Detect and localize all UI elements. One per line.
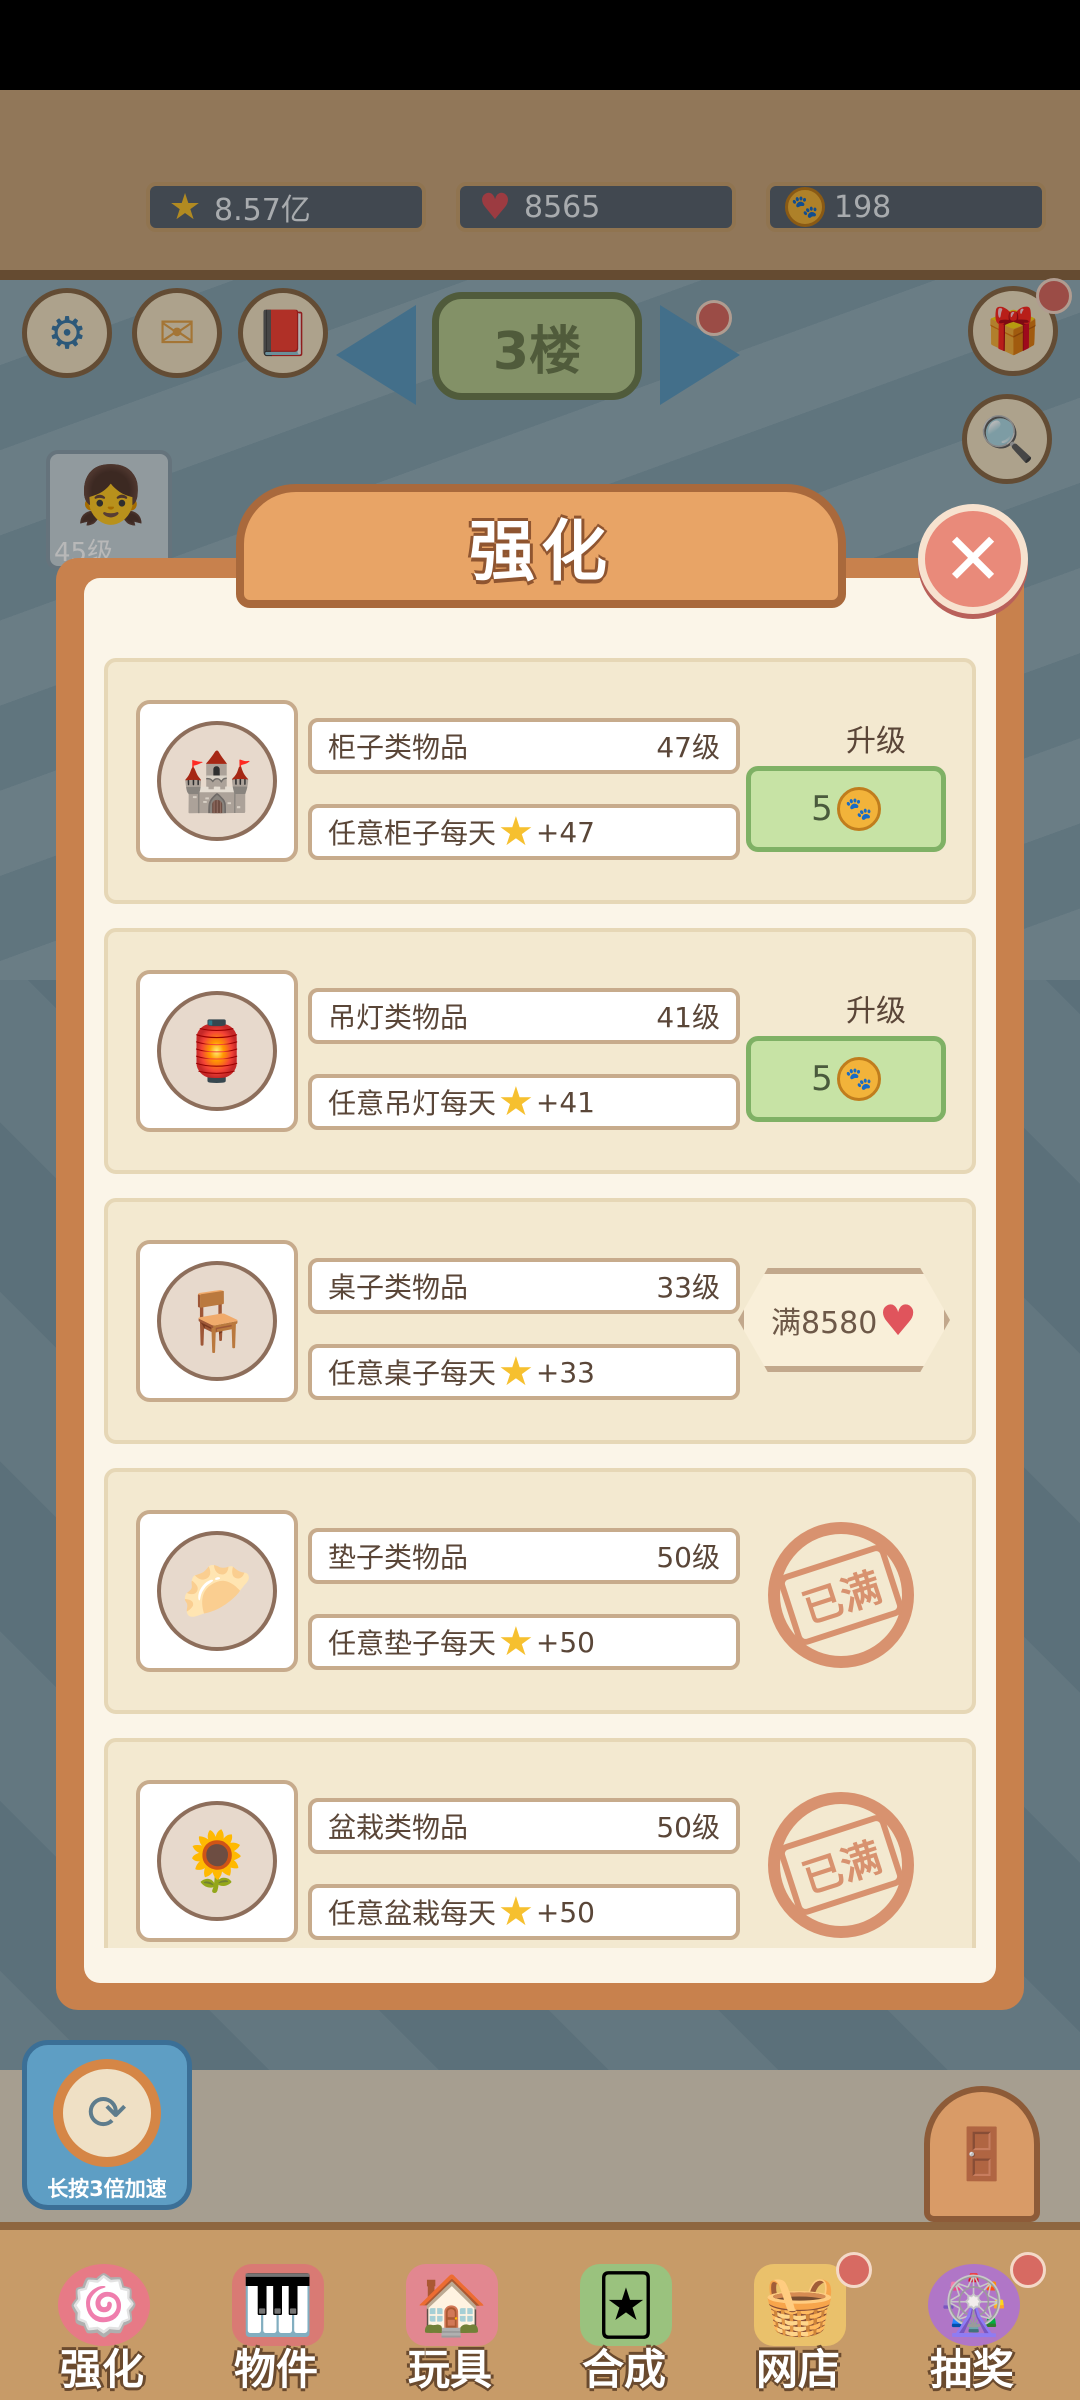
item-thumbnail: 🪑: [136, 1240, 298, 1402]
star-icon: ★: [498, 1619, 534, 1665]
upgrade-label: 升级: [846, 724, 906, 759]
heart-icon: ♥: [879, 1295, 917, 1345]
max-upgrade-button[interactable]: 满8580 ♥: [738, 1268, 950, 1372]
list-item: 🪑 桌子类物品 33级 任意桌子每天 ★ +33 满8580 ♥: [104, 1198, 976, 1444]
door-icon: 🚪: [950, 2124, 1014, 2183]
item-bonus: +33: [535, 1355, 595, 1389]
tab-lottery[interactable]: 🎡 抽奖: [892, 2252, 1052, 2400]
speed-up-label: 长按3倍加速: [47, 2177, 167, 2201]
star-icon: ★: [498, 1079, 534, 1125]
item-thumbnail: 🥟: [136, 1510, 298, 1672]
tab-label: 物件: [233, 2345, 318, 2394]
basket-icon: 🧺: [754, 2264, 846, 2346]
maxed-label: 已满: [776, 1812, 906, 1918]
panel-title-banner: 强化: [236, 484, 846, 608]
item-name: 垫子类物品: [328, 1541, 469, 1574]
list-item: 🏮 吊灯类物品 41级 任意吊灯每天 ★ +41 升级 5 🐾: [104, 928, 976, 1174]
upgrade-cost: 5: [811, 1059, 833, 1099]
item-bonus-field: 任意垫子每天 ★ +50: [308, 1614, 740, 1670]
close-button[interactable]: ✕: [918, 504, 1028, 614]
tab-enhance[interactable]: 🍥 强化: [22, 2260, 182, 2400]
item-name: 桌子类物品: [328, 1271, 469, 1304]
cabinet-icon: 🏰: [157, 721, 277, 841]
tab-objects[interactable]: 🎹 物件: [196, 2260, 356, 2400]
item-bonus: +50: [535, 1625, 595, 1659]
item-level: 50级: [656, 1811, 720, 1844]
item-level: 47级: [656, 731, 720, 764]
item-name: 柜子类物品: [328, 731, 469, 764]
wheel-icon: 🎡: [928, 2264, 1020, 2346]
enhance-list[interactable]: 🏰 柜子类物品 47级 任意柜子每天 ★ +47 升级 5 🐾 🏮 吊灯类物品 …: [104, 658, 976, 1948]
tab-label: 合成: [581, 2345, 666, 2394]
coin-icon: 🐾: [836, 1057, 881, 1101]
item-name-field: 垫子类物品 50级: [308, 1528, 740, 1584]
item-name: 盆栽类物品: [328, 1811, 469, 1844]
table-icon: 🪑: [157, 1261, 277, 1381]
upgrade-button[interactable]: 5 🐾: [746, 766, 946, 852]
item-level: 33级: [656, 1271, 720, 1304]
maxed-stamp: 已满: [768, 1522, 914, 1668]
tab-label: 玩具: [407, 2345, 492, 2394]
item-name: 吊灯类物品: [328, 1001, 469, 1034]
item-desc: 任意盆栽每天: [328, 1897, 497, 1930]
item-bonus-field: 任意吊灯每天 ★ +41: [308, 1074, 740, 1130]
item-name-field: 吊灯类物品 41级: [308, 988, 740, 1044]
item-bonus-field: 任意柜子每天 ★ +47: [308, 804, 740, 860]
tab-merge[interactable]: 🃏 合成: [544, 2260, 704, 2400]
item-bonus-field: 任意桌子每天 ★ +33: [308, 1344, 740, 1400]
item-bonus-field: 任意盆栽每天 ★ +50: [308, 1884, 740, 1940]
item-name-field: 盆栽类物品 50级: [308, 1798, 740, 1854]
clock-icon: ⟳: [53, 2059, 161, 2167]
tab-label: 网店: [755, 2345, 840, 2394]
star-icon: ★: [498, 809, 534, 855]
tab-label: 强化: [59, 2345, 144, 2394]
max-upgrade-cost: 满8580: [770, 1306, 878, 1341]
toy-house-icon: 🏠: [406, 2264, 498, 2346]
close-icon: ✕: [942, 517, 1004, 601]
item-thumbnail: 🏰: [136, 700, 298, 862]
tab-toys[interactable]: 🏠 玩具: [370, 2260, 530, 2400]
star-icon: ★: [498, 1889, 534, 1935]
item-desc: 任意柜子每天: [328, 817, 497, 850]
item-name-field: 桌子类物品 33级: [308, 1258, 740, 1314]
upgrade-cost: 5: [811, 789, 833, 829]
tab-shop[interactable]: 🧺 网店: [718, 2252, 878, 2400]
item-bonus: +41: [535, 1085, 595, 1119]
maxed-label: 已满: [776, 1542, 906, 1648]
candy-icon: 🍥: [58, 2264, 150, 2346]
item-bonus: +47: [535, 815, 595, 849]
item-bonus: +50: [535, 1895, 595, 1929]
lamp-icon: 🏮: [157, 991, 277, 1111]
coin-icon: 🐾: [836, 787, 881, 831]
item-level: 50级: [656, 1541, 720, 1574]
maxed-stamp: 已满: [768, 1792, 914, 1938]
cards-icon: 🃏: [580, 2264, 672, 2346]
item-level: 41级: [656, 1001, 720, 1034]
item-thumbnail: 🏮: [136, 970, 298, 1132]
item-name-field: 柜子类物品 47级: [308, 718, 740, 774]
item-thumbnail: 🌻: [136, 1780, 298, 1942]
item-desc: 任意垫子每天: [328, 1627, 497, 1660]
speed-up-button[interactable]: ⟳ 长按3倍加速: [22, 2040, 192, 2210]
list-item: 🌻 盆栽类物品 50级 任意盆栽每天 ★ +50 已满: [104, 1738, 976, 1948]
tab-label: 抽奖: [929, 2345, 1014, 2394]
notification-dot: [836, 2252, 872, 2288]
plant-icon: 🌻: [157, 1801, 277, 1921]
item-desc: 任意吊灯每天: [328, 1087, 497, 1120]
cushion-icon: 🥟: [157, 1531, 277, 1651]
notification-dot: [1010, 2252, 1046, 2288]
status-bar: [0, 0, 1080, 90]
piano-icon: 🎹: [232, 2264, 324, 2346]
panel-title: 强化: [469, 513, 613, 590]
list-item: 🥟 垫子类物品 50级 任意垫子每天 ★ +50 已满: [104, 1468, 976, 1714]
upgrade-button[interactable]: 5 🐾: [746, 1036, 946, 1122]
upgrade-label: 升级: [846, 994, 906, 1029]
exit-door-button[interactable]: 🚪: [924, 2086, 1040, 2222]
item-desc: 任意桌子每天: [328, 1357, 497, 1390]
list-item: 🏰 柜子类物品 47级 任意柜子每天 ★ +47 升级 5 🐾: [104, 658, 976, 904]
star-icon: ★: [498, 1349, 534, 1395]
